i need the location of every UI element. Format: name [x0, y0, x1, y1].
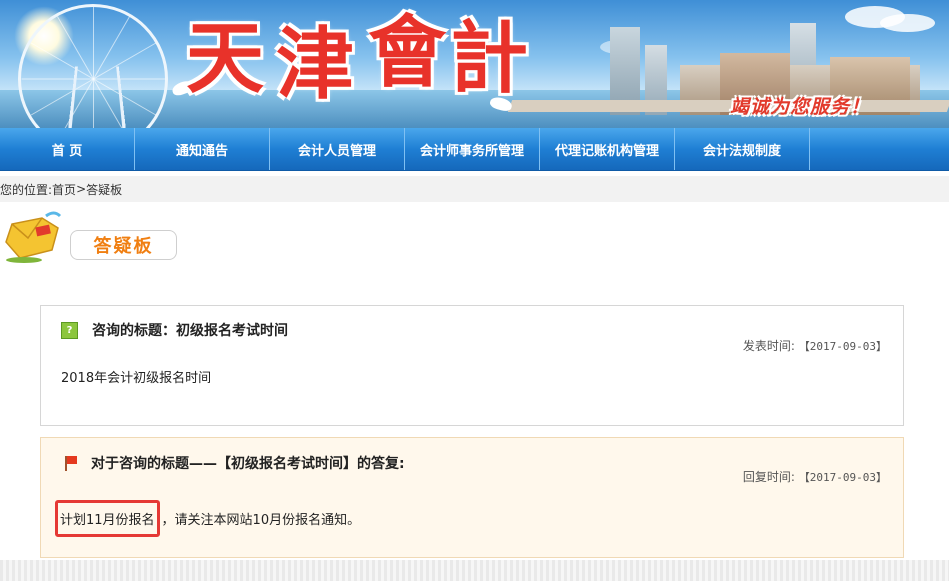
breadcrumb-separator: > — [76, 182, 87, 196]
banner-slogan: 竭诚为您服务！ — [730, 96, 871, 118]
breadcrumb-prefix: 您的位置: — [0, 182, 53, 197]
question-date-value: 【2017-09-03】 — [798, 340, 887, 353]
answer-header: 对于咨询的标题——【初级报名考试时间】的答复: — [63, 453, 405, 473]
mailbox-icon — [5, 211, 62, 263]
site-banner: 天 津 會 計 竭诚为您服务！ — [0, 0, 949, 128]
nav-item-agency-management[interactable]: 代理记账机构管理 — [540, 128, 675, 170]
nav-item-notices[interactable]: 通知通告 — [135, 128, 270, 170]
nav-item-regulations[interactable]: 会计法规制度 — [675, 128, 810, 170]
question-card: ? 咨询的标题：初级报名考试时间 发表时间: 【2017-09-03】 2018… — [40, 305, 904, 426]
answer-card: 对于咨询的标题——【初级报名考试时间】的答复: 回复时间: 【2017-09-0… — [40, 437, 904, 558]
waterfront-pier — [507, 100, 949, 112]
nav-item-accountant-management[interactable]: 会计人员管理 — [270, 128, 405, 170]
banner-title-char: 計 — [450, 13, 529, 104]
answer-highlight: 计划11月份报名 — [55, 500, 160, 537]
breadcrumb-home-link[interactable]: 首页 — [52, 181, 76, 198]
bottom-strip — [0, 560, 949, 581]
main-nav: 首 页 通知通告 会计人员管理 会计师事务所管理 代理记账机构管理 会计法规制度 — [0, 128, 949, 171]
flag-icon — [63, 455, 79, 471]
question-title: 咨询的标题：初级报名考试时间 — [92, 323, 288, 339]
question-header: ? 咨询的标题：初级报名考试时间 — [61, 320, 288, 340]
board-title: 答疑板 — [70, 230, 177, 260]
banner-title-char: 天 — [186, 13, 265, 104]
banner-title-char: 會 — [368, 7, 447, 98]
breadcrumb-current: 答疑板 — [86, 182, 123, 197]
question-body: 2018年会计初级报名时间 — [61, 371, 212, 386]
breadcrumb: 您的位置: 首页 > 答疑板 — [0, 176, 949, 202]
answer-date-value: 【2017-09-03】 — [798, 471, 887, 484]
answer-date: 回复时间: 【2017-09-03】 — [743, 468, 887, 485]
answer-body-rest: ，请关注本网站10月份报名通知。 — [161, 513, 361, 528]
question-date-label: 发表时间: — [742, 339, 795, 353]
answer-title: 对于咨询的标题——【初级报名考试时间】的答复: — [91, 456, 405, 472]
nav-item-home[interactable]: 首 页 — [0, 128, 135, 170]
answer-date-label: 回复时间: — [742, 470, 795, 484]
ferris-wheel-support — [67, 66, 127, 128]
answer-body: 计划11月份报名 ，请关注本网站10月份报名通知。 — [55, 500, 361, 537]
banner-title-char: 津 — [276, 19, 355, 110]
question-date: 发表时间: 【2017-09-03】 — [743, 337, 887, 354]
question-icon: ? — [61, 321, 78, 339]
nav-item-firm-management[interactable]: 会计师事务所管理 — [405, 128, 540, 170]
